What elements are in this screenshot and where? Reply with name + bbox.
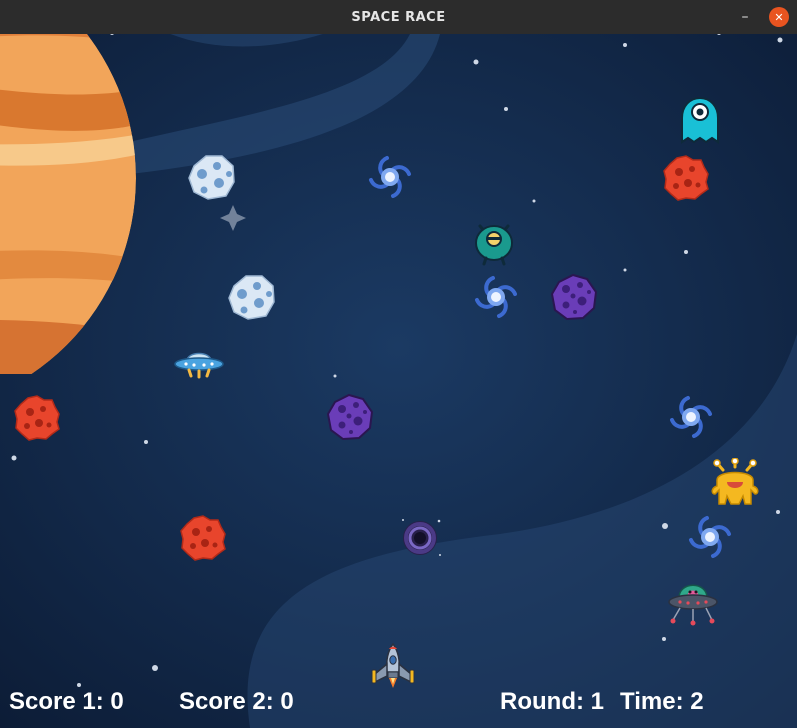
ice-asteroid-icon: [188, 155, 235, 200]
round-indicator: Round: 1: [500, 688, 604, 716]
round-value: 1: [590, 688, 604, 715]
yellow-tentacle-alien-icon: [711, 458, 759, 505]
ufo-saucer-icon: [174, 352, 224, 379]
red-meteor-icon: [180, 515, 226, 561]
score1-value: 0: [110, 688, 124, 715]
alien-ufo-icon: [668, 584, 718, 626]
ice-asteroid-icon: [228, 275, 275, 320]
time-value: 2: [690, 688, 704, 715]
score2-label: Score 2:: [179, 688, 274, 715]
purple-asteroid-icon: [550, 273, 598, 321]
close-button[interactable]: ✕: [769, 7, 789, 27]
rocket-ship-icon[interactable]: [369, 642, 417, 692]
red-meteor-icon: [14, 395, 60, 441]
timer: Time: 2: [620, 688, 704, 716]
teal-one-eyed-alien-icon: [475, 224, 513, 266]
player1-score: Score 1: 0: [9, 688, 124, 716]
time-label: Time:: [620, 688, 684, 715]
score2-value: 0: [280, 688, 294, 715]
score1-label: Score 1:: [9, 688, 104, 715]
spiral-galaxy-icon: [369, 156, 411, 198]
spiral-galaxy-icon: [475, 276, 517, 318]
title-bar: SPACE RACE – ✕: [0, 0, 797, 34]
minimize-button[interactable]: –: [735, 7, 755, 27]
game-window: SPACE RACE – ✕ Score 1: 0 Score 2: 0 Rou…: [0, 0, 797, 728]
window-title: SPACE RACE: [351, 9, 446, 25]
jupiter-planet-icon: [0, 34, 136, 374]
black-hole-icon: [402, 519, 441, 556]
player2-score: Score 2: 0: [179, 688, 294, 716]
spiral-galaxy-icon: [670, 396, 712, 438]
game-canvas[interactable]: [0, 34, 797, 728]
round-label: Round:: [500, 688, 584, 715]
red-meteor-icon: [663, 155, 709, 201]
cyan-ghost-alien-icon: [681, 96, 719, 144]
spiral-galaxy-icon: [689, 516, 731, 558]
purple-asteroid-icon: [326, 393, 374, 441]
